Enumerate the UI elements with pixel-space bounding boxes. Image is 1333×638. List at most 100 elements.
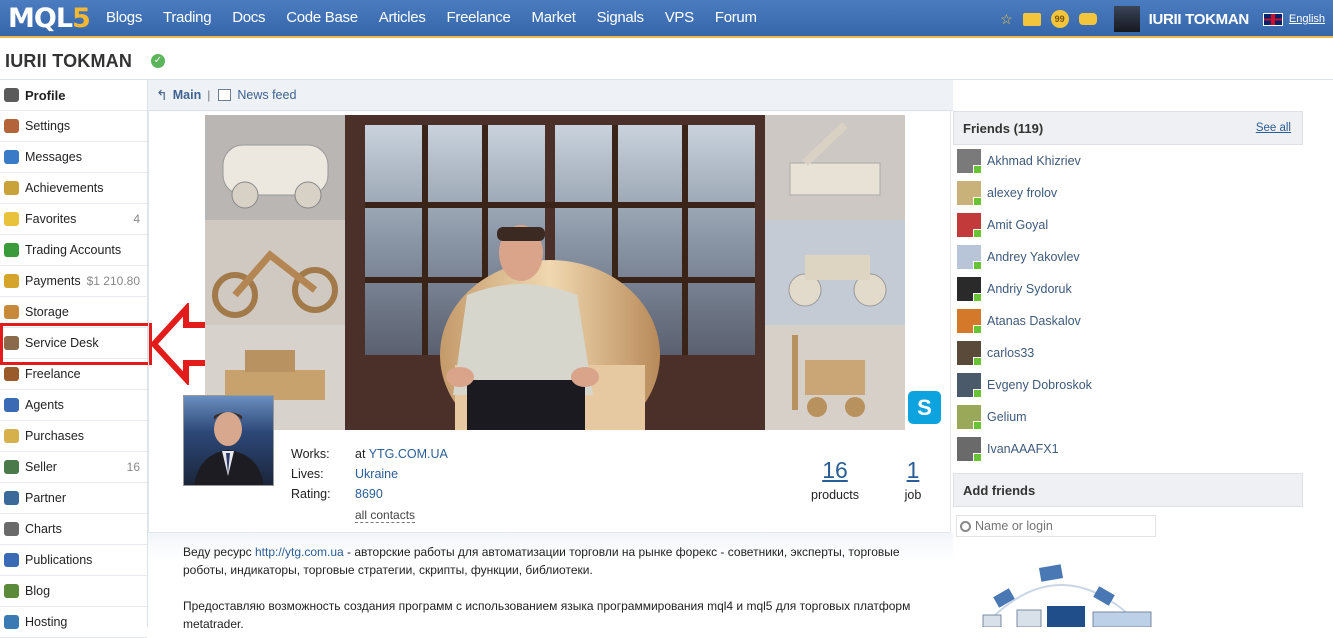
sidebar-item-label: Seller (25, 460, 57, 474)
friend-avatar[interactable] (957, 309, 982, 334)
friend-avatar[interactable] (957, 373, 982, 398)
nav-freelance[interactable]: Freelance (447, 0, 511, 38)
sidebar-item-hosting[interactable]: Hosting (0, 607, 147, 638)
sidebar-item-achievements[interactable]: Achievements (0, 173, 147, 204)
friend-item[interactable]: Andriy Sydoruk (955, 273, 1303, 305)
sidebar-item-label: Charts (25, 522, 62, 536)
purchases-icon (4, 429, 19, 443)
sidebar-item-label: Profile (25, 87, 66, 103)
friend-item[interactable]: Evgeny Dobroskok (955, 369, 1303, 401)
about-paragraph-1: Веду ресурс http://ytg.com.ua - авторски… (183, 543, 937, 579)
sidebar-item-settings[interactable]: Settings (0, 111, 147, 142)
sidebar-item-count: 16 (126, 460, 140, 474)
sidebar-item-payments[interactable]: Payments $1 210.80 (0, 266, 147, 297)
see-all-friends-link[interactable]: See all (1256, 122, 1291, 134)
nav-docs[interactable]: Docs (232, 0, 265, 38)
logo-accent: 5 (72, 3, 91, 34)
friend-avatar[interactable] (957, 277, 982, 302)
friend-name[interactable]: Andrey Yakovlev (987, 250, 1080, 264)
profile-photo[interactable] (183, 395, 274, 486)
sidebar-item-blog[interactable]: Blog (0, 576, 147, 607)
sidebar-item-label: Publications (25, 553, 93, 567)
sidebar-item-agents[interactable]: Agents (0, 390, 147, 421)
friend-item[interactable]: Gelium (955, 401, 1303, 433)
friend-name[interactable]: Evgeny Dobroskok (987, 378, 1092, 392)
friend-item[interactable]: Atanas Daskalov (955, 305, 1303, 337)
friend-avatar[interactable] (957, 149, 982, 174)
nav-code-base[interactable]: Code Base (286, 0, 358, 38)
friend-item[interactable]: carlos33 (955, 337, 1303, 369)
profile-icon (4, 88, 19, 102)
sidebar-item-seller[interactable]: Seller 16 (0, 452, 147, 483)
nav-vps[interactable]: VPS (665, 0, 694, 38)
sidebar-item-charts[interactable]: Charts (0, 514, 147, 545)
rating-value: 8690 (355, 487, 383, 501)
skype-icon[interactable]: S (908, 391, 941, 424)
friend-avatar[interactable] (957, 181, 982, 206)
works-link[interactable]: YTG.COM.UA (369, 447, 448, 461)
friend-name[interactable]: IvanAAAFX1 (987, 442, 1059, 456)
language-link[interactable]: English (1289, 13, 1325, 25)
sidebar-item-profile[interactable]: Profile (0, 80, 147, 111)
nav-forum[interactable]: Forum (715, 0, 757, 38)
mql5-logo[interactable]: MQL5 (8, 3, 91, 34)
sidebar-item-label: Agents (25, 398, 64, 412)
sidebar-item-partner[interactable]: Partner (0, 483, 147, 514)
friend-item[interactable]: IvanAAAFX1 (955, 433, 1303, 465)
sidebar-item-label: Achievements (25, 181, 104, 195)
friend-item[interactable]: Andrey Yakovlev (955, 241, 1303, 273)
sidebar-item-label: Freelance (25, 367, 81, 381)
nav-blogs[interactable]: Blogs (106, 0, 142, 38)
chat-icon[interactable] (1078, 13, 1097, 25)
products-count[interactable]: 16 (810, 457, 860, 484)
top-username[interactable]: IURII TOKMAN (1149, 11, 1250, 28)
payments-icon (4, 274, 19, 288)
nav-market[interactable]: Market (532, 0, 576, 38)
nav-signals[interactable]: Signals (597, 0, 644, 38)
briefcase-icon[interactable] (1022, 12, 1041, 26)
uk-flag-icon[interactable] (1262, 12, 1283, 26)
sidebar-item-label: Favorites (25, 212, 77, 226)
friend-item[interactable]: alexey frolov (955, 177, 1303, 209)
job-count[interactable]: 1 (898, 457, 928, 484)
back-arrow-icon[interactable]: ↰ (156, 87, 168, 104)
all-contacts-link[interactable]: all contacts (355, 508, 416, 523)
friend-name[interactable]: Gelium (987, 410, 1027, 424)
favorites-star-icon[interactable]: ☆ (1000, 11, 1013, 28)
sidebar-item-purchases[interactable]: Purchases (0, 421, 147, 452)
friends-title: Friends (119) (963, 120, 1044, 136)
sidebar-item-favorites[interactable]: Favorites 4 (0, 204, 147, 235)
friend-name[interactable]: Atanas Daskalov (987, 314, 1081, 328)
friend-item[interactable]: Amit Goyal (955, 209, 1303, 241)
rating-label: Rating: (291, 487, 331, 501)
sidebar-item-label: Messages (25, 150, 82, 164)
sidebar-item-publications[interactable]: Publications (0, 545, 147, 576)
notifications-badge[interactable]: 99 (1050, 10, 1069, 28)
friend-item[interactable]: Akhmad Khizriev (955, 145, 1303, 177)
sidebar-item-trading-accounts[interactable]: Trading Accounts (0, 235, 147, 266)
nav-trading[interactable]: Trading (163, 0, 212, 38)
tab-main[interactable]: Main (173, 88, 201, 102)
friend-name[interactable]: Andriy Sydoruk (987, 282, 1072, 296)
friend-avatar[interactable] (957, 213, 982, 238)
friend-search-box (956, 515, 1156, 537)
friend-avatar[interactable] (957, 405, 982, 430)
tab-news-feed[interactable]: News feed (237, 88, 296, 102)
friend-avatar[interactable] (957, 341, 982, 366)
sidebar-item-messages[interactable]: Messages (0, 142, 147, 173)
friend-avatar[interactable] (957, 245, 982, 270)
search-input[interactable] (975, 519, 1145, 533)
friend-name[interactable]: Akhmad Khizriev (987, 154, 1081, 168)
avatar[interactable] (1113, 6, 1140, 32)
friend-name[interactable]: alexey frolov (987, 186, 1057, 200)
nav-articles[interactable]: Articles (379, 0, 426, 38)
friend-name[interactable]: Amit Goyal (987, 218, 1048, 232)
products-label: products (811, 488, 859, 502)
friend-avatar[interactable] (957, 437, 982, 462)
rating-link[interactable]: 8690 (355, 487, 383, 501)
lives-link[interactable]: Ukraine (355, 467, 398, 481)
about-link[interactable]: http://ytg.com.ua (255, 545, 344, 559)
friend-name[interactable]: carlos33 (987, 346, 1034, 360)
sidebar-item-count: $1 210.80 (86, 274, 140, 288)
trading-accounts-icon (4, 243, 19, 257)
